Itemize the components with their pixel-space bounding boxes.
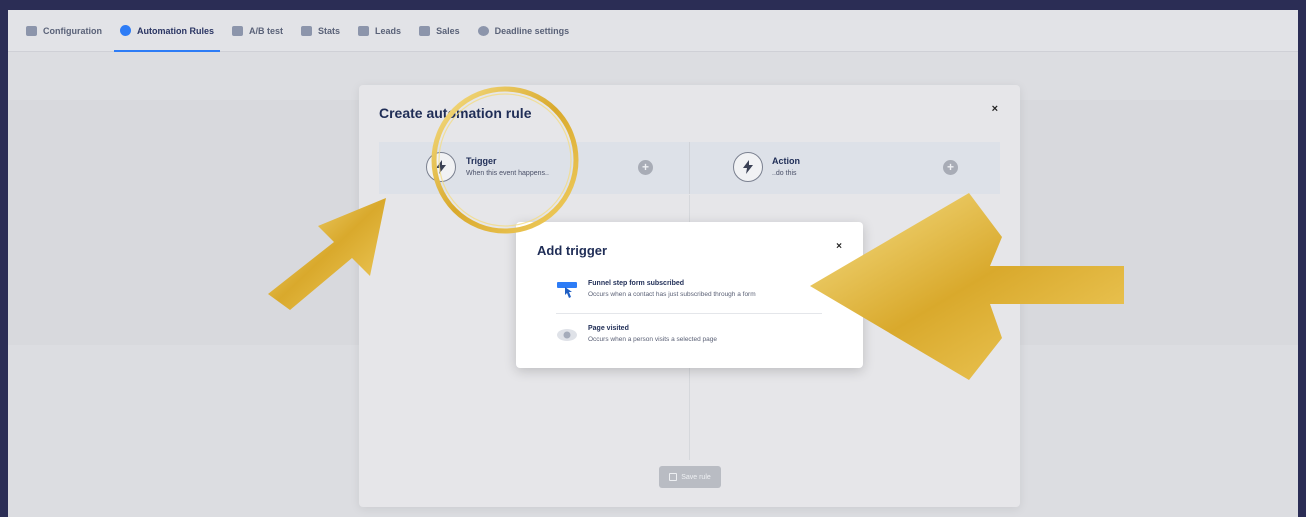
tab-sales[interactable]: Sales [411, 10, 468, 52]
tab-label: Sales [436, 25, 460, 36]
leads-icon [358, 25, 370, 36]
close-icon[interactable]: × [836, 241, 842, 252]
tab-label: Configuration [43, 25, 102, 36]
lightning-icon [426, 152, 456, 182]
lightning-icon [733, 152, 763, 182]
rule-steps: Trigger When this event happens.. + Acti… [379, 142, 1000, 194]
dialog-title: Create automation rule [379, 105, 532, 121]
popup-title: Add trigger [537, 243, 608, 258]
trigger-step[interactable]: Trigger When this event happens.. + [379, 142, 689, 194]
option-separator [556, 313, 822, 314]
action-title: Action [772, 156, 800, 166]
add-action-plus-icon[interactable]: + [943, 160, 958, 175]
ab-test-icon [232, 25, 244, 36]
action-subtitle: ..do this [772, 170, 797, 177]
tab-configuration[interactable]: Configuration [18, 10, 110, 52]
trigger-subtitle: When this event happens.. [466, 170, 549, 177]
eye-icon [556, 325, 578, 345]
save-icon [669, 473, 678, 481]
top-navigation: Configuration Automation Rules A/B test … [8, 10, 1298, 52]
tab-label: A/B test [249, 25, 284, 36]
config-icon [26, 25, 37, 36]
trigger-option-page-visited[interactable]: Page visited Occurs when a person visits… [556, 325, 717, 345]
tab-label: Automation Rules [137, 25, 215, 36]
tab-label: Deadline settings [494, 25, 570, 36]
tab-label: Leads [375, 25, 402, 36]
save-label: Save rule [681, 473, 711, 481]
tab-leads[interactable]: Leads [350, 10, 409, 52]
action-step[interactable]: Action ..do this + [689, 142, 1000, 194]
trigger-option-funnel-form[interactable]: Funnel step form subscribed Occurs when … [556, 280, 756, 300]
form-click-icon [556, 280, 578, 300]
tab-stats[interactable]: Stats [293, 10, 348, 52]
clock-icon [477, 25, 489, 36]
sales-icon [419, 25, 431, 36]
option-title: Funnel step form subscribed [588, 280, 685, 287]
add-trigger-plus-icon[interactable]: + [638, 160, 653, 175]
add-trigger-popup: Add trigger × Funnel step form subscribe… [516, 222, 863, 368]
app-frame: Configuration Automation Rules A/B test … [8, 10, 1298, 517]
tab-label: Stats [318, 25, 341, 36]
option-description: Occurs when a contact has just subscribe… [588, 291, 756, 298]
tab-automation-rules[interactable]: Automation Rules [112, 10, 222, 52]
tab-deadline-settings[interactable]: Deadline settings [470, 10, 578, 52]
stats-icon [301, 25, 313, 36]
tab-ab-test[interactable]: A/B test [224, 10, 291, 52]
option-description: Occurs when a person visits a selected p… [588, 336, 717, 343]
option-title: Page visited [588, 325, 629, 332]
close-icon[interactable]: × [992, 103, 998, 115]
automation-icon [120, 25, 131, 36]
save-rule-button[interactable]: Save rule [659, 466, 721, 488]
trigger-title: Trigger [466, 156, 497, 166]
